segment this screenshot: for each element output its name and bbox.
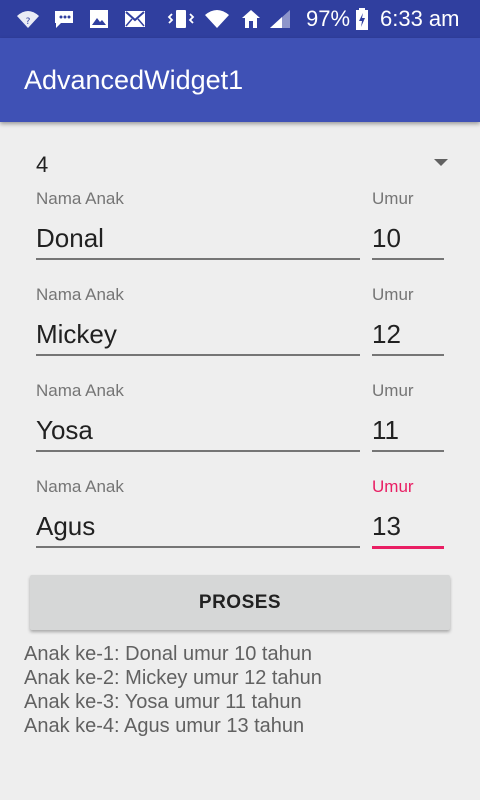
name-input-underline bbox=[36, 450, 360, 452]
age-label: Umur bbox=[372, 189, 414, 208]
age-input-underline bbox=[372, 258, 444, 260]
age-input[interactable]: 10 bbox=[372, 223, 401, 254]
child-row-4: Nama Anak Agus Umur 13 bbox=[0, 474, 480, 570]
wifi-icon bbox=[204, 8, 230, 30]
child-row-2: Nama Anak Mickey Umur 12 bbox=[0, 282, 480, 378]
name-input[interactable]: Agus bbox=[36, 511, 95, 542]
svg-text:?: ? bbox=[26, 17, 31, 27]
process-button[interactable]: PROSES bbox=[30, 575, 450, 630]
name-input[interactable]: Mickey bbox=[36, 319, 117, 350]
image-icon bbox=[88, 8, 110, 30]
age-label: Umur bbox=[372, 381, 414, 400]
wifi-question-icon: ? bbox=[16, 8, 40, 30]
age-input[interactable]: 12 bbox=[372, 319, 401, 350]
result-line: Anak ke-3: Yosa umur 11 tahun bbox=[24, 691, 302, 713]
child-row-3: Nama Anak Yosa Umur 11 bbox=[0, 378, 480, 474]
child-row-1: Nama Anak Donal Umur 10 bbox=[0, 186, 480, 282]
result-line: Anak ke-4: Agus umur 13 tahun bbox=[24, 715, 305, 737]
age-label: Umur bbox=[372, 285, 414, 304]
age-input-underline bbox=[372, 450, 444, 452]
battery-percent: 97% bbox=[306, 6, 351, 31]
name-label: Nama Anak bbox=[36, 285, 124, 304]
mail-icon bbox=[124, 8, 146, 30]
count-spinner[interactable]: 4 bbox=[24, 146, 456, 186]
name-input-underline bbox=[36, 546, 360, 548]
name-input-underline bbox=[36, 354, 360, 356]
name-label: Nama Anak bbox=[36, 189, 124, 208]
age-input[interactable]: 11 bbox=[372, 415, 399, 446]
name-input[interactable]: Yosa bbox=[36, 415, 93, 446]
age-label: Umur bbox=[372, 477, 414, 496]
bbm-icon bbox=[52, 8, 76, 30]
status-bar: ? 97% 6:33 am bbox=[0, 0, 480, 38]
age-input-underline-focused bbox=[372, 546, 444, 549]
app-title: AdvancedWidget1 bbox=[24, 65, 244, 95]
home-icon bbox=[240, 8, 262, 30]
result-text: Anak ke-1: Donal umur 10 tahun Anak ke-2… bbox=[24, 642, 464, 738]
name-input[interactable]: Donal bbox=[36, 223, 104, 254]
clock: 6:33 am bbox=[380, 6, 460, 31]
name-label: Nama Anak bbox=[36, 477, 124, 496]
battery-charging-icon bbox=[354, 8, 370, 30]
result-line: Anak ke-1: Donal umur 10 tahun bbox=[24, 643, 312, 665]
age-input-underline bbox=[372, 354, 444, 356]
app-bar: AdvancedWidget1 bbox=[0, 38, 480, 122]
result-line: Anak ke-2: Mickey umur 12 tahun bbox=[24, 667, 322, 689]
spinner-selected-value: 4 bbox=[36, 152, 49, 177]
name-input-underline bbox=[36, 258, 360, 260]
vibrate-icon bbox=[166, 8, 196, 30]
signal-icon bbox=[268, 8, 292, 30]
dropdown-arrow-icon bbox=[434, 159, 448, 166]
age-input[interactable]: 13 bbox=[372, 511, 401, 542]
name-label: Nama Anak bbox=[36, 381, 124, 400]
